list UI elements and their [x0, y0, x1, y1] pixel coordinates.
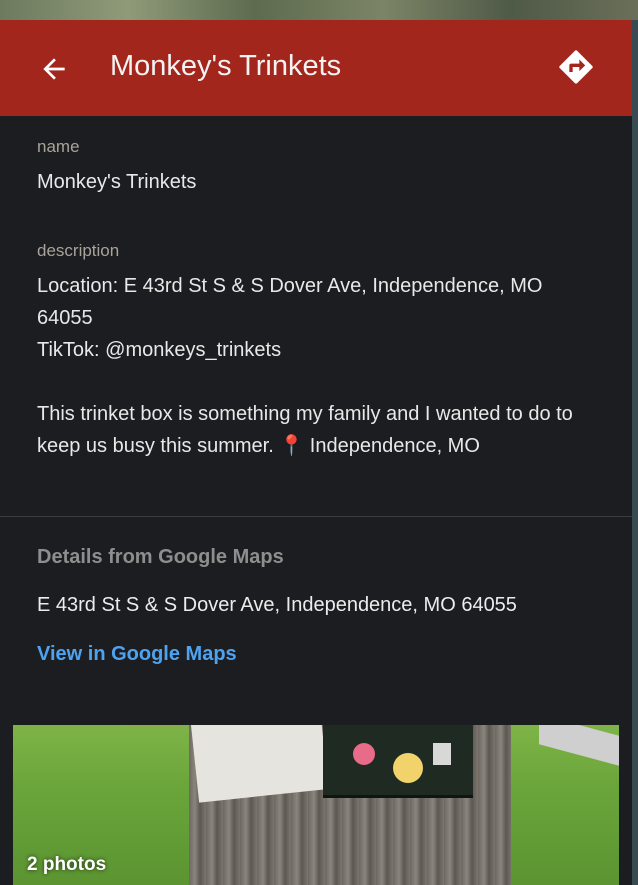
photo-gallery[interactable]: 2 photos	[13, 725, 619, 885]
photo-trinket-box	[323, 725, 473, 798]
page-title: Monkey's Trinkets	[110, 50, 342, 82]
description-value: Location: E 43rd St S & S Dover Ave, Ind…	[37, 275, 573, 457]
section-divider	[0, 516, 632, 517]
photo-sidewalk	[539, 725, 619, 766]
directions-icon[interactable]	[556, 47, 596, 87]
background-map-strip	[0, 0, 638, 20]
arrow-left-icon[interactable]	[38, 53, 70, 85]
description-label: description	[37, 241, 120, 260]
photo-sticker	[393, 753, 423, 783]
google-maps-heading: Details from Google Maps	[37, 546, 284, 568]
place-details-panel: Monkey's Trinkets name Monkey's Trinkets…	[0, 20, 632, 885]
photo-sticker	[433, 743, 451, 765]
photo-sticker	[353, 743, 375, 765]
photo-note-paper	[191, 725, 329, 803]
view-in-google-maps-link[interactable]: View in Google Maps	[37, 643, 237, 666]
name-value: Monkey's Trinkets	[37, 171, 197, 193]
app-bar: Monkey's Trinkets	[0, 20, 632, 116]
photo-count-label: 2 photos	[27, 854, 107, 875]
google-maps-address: E 43rd St S & S Dover Ave, Independence,…	[37, 594, 517, 616]
name-label: name	[37, 137, 80, 156]
